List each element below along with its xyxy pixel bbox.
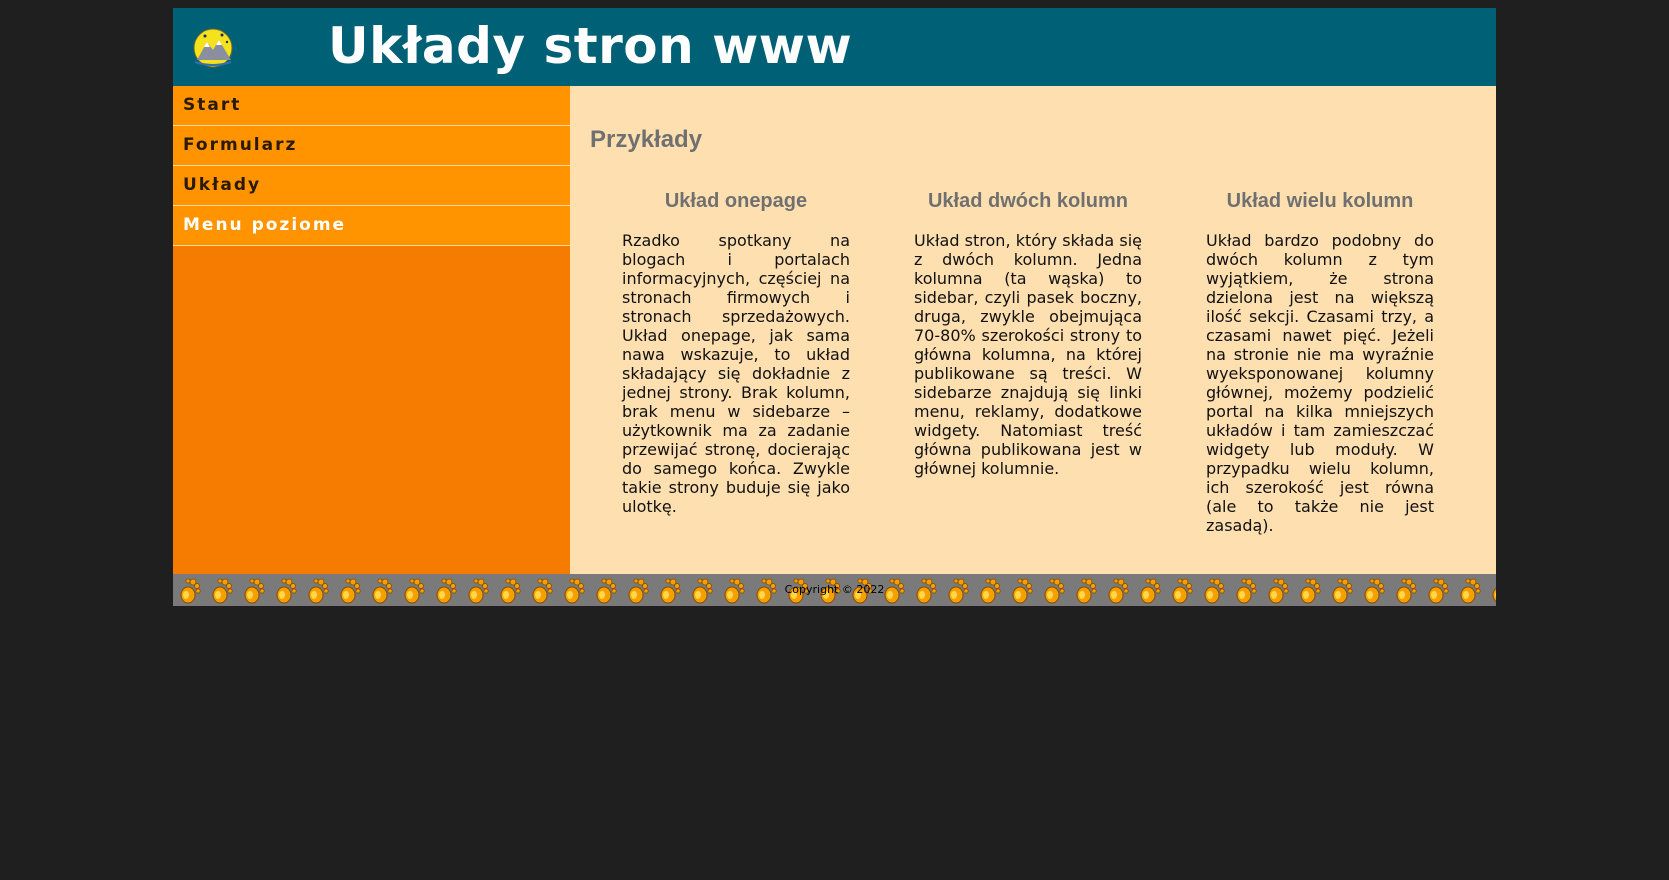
mountain-sun-logo-icon	[193, 28, 233, 68]
site-title: Układy stron www	[328, 17, 853, 75]
column-text: Układ bardzo podobny do dwóch kolumn z t…	[1206, 231, 1434, 535]
column-two-columns: Układ dwóch kolumn Układ stron, który sk…	[914, 190, 1142, 535]
sidebar-item-formularz[interactable]: Formularz	[173, 126, 570, 166]
site-header: Układy stron www	[173, 8, 1496, 86]
copyright-text: Copyright © 2022	[784, 583, 885, 596]
layout-columns: Układ onepage Rzadko spotkany na blogach…	[622, 190, 1434, 535]
sidebar-item-menu-poziome[interactable]: Menu poziome	[173, 206, 570, 246]
sidebar-item-uklady[interactable]: Układy	[173, 166, 570, 206]
column-onepage: Układ onepage Rzadko spotkany na blogach…	[622, 190, 850, 535]
column-multi-columns: Układ wielu kolumn Układ bardzo podobny …	[1206, 190, 1434, 535]
column-title: Układ dwóch kolumn	[927, 190, 1129, 212]
page-wrapper: Układy stron www Start Formularz Układy …	[173, 8, 1496, 606]
sidebar: Start Formularz Układy Menu poziome	[173, 86, 570, 574]
sidebar-item-start[interactable]: Start	[173, 86, 570, 126]
column-title: Układ wielu kolumn	[1226, 190, 1414, 212]
column-title: Układ onepage	[664, 190, 808, 212]
site-footer: Copyright © 2022	[173, 574, 1496, 606]
main-content: Przykłady Układ onepage Rzadko spotkany …	[570, 86, 1496, 574]
page-heading: Przykłady	[590, 126, 703, 153]
column-text: Układ stron, który składa się z dwóch ko…	[914, 231, 1142, 478]
column-text: Rzadko spotkany na blogach i portalach i…	[622, 231, 850, 516]
content-row: Start Formularz Układy Menu poziome Przy…	[173, 86, 1496, 574]
